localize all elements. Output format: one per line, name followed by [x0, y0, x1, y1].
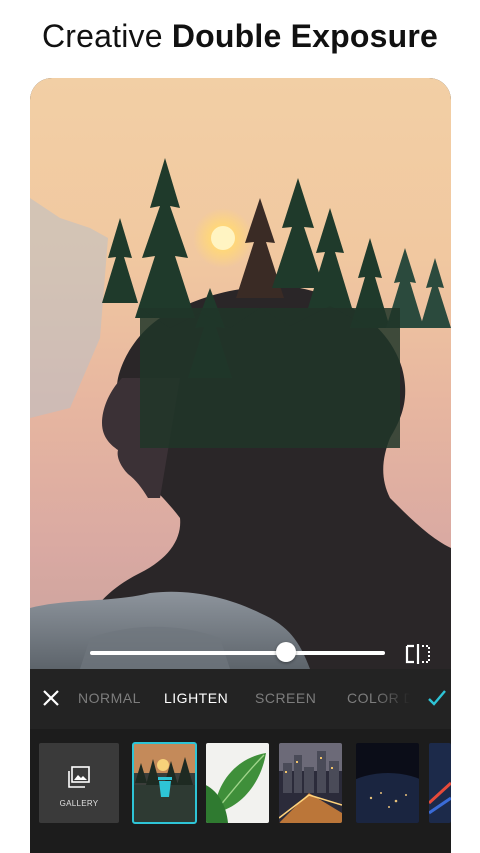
thumbnail-earth-night[interactable]: [356, 743, 419, 823]
headline: Creative Double Exposure: [0, 18, 480, 55]
mode-screen[interactable]: SCREEN: [255, 690, 316, 706]
double-exposure-photo: [30, 78, 451, 669]
toolbar-fade: [376, 669, 416, 729]
gallery-icon: [68, 766, 90, 788]
compare-icon[interactable]: [404, 643, 434, 665]
photo-canvas: [30, 78, 451, 669]
gallery-button[interactable]: GALLERY: [39, 743, 119, 823]
headline-light: Creative: [41, 18, 163, 54]
phone-screen: NORMAL LIGHTEN SCREEN COLOR D GALLERY: [30, 78, 451, 853]
blend-slider-track[interactable]: [90, 651, 385, 655]
thumbnail-green-leaf[interactable]: [206, 743, 269, 823]
overlay-thumbnail-strip: GALLERY: [30, 729, 451, 853]
headline-bold: Double Exposure: [171, 18, 438, 54]
blend-mode-toolbar: NORMAL LIGHTEN SCREEN COLOR D: [30, 669, 451, 729]
thumbnail-forest-sunset[interactable]: [132, 742, 197, 824]
blend-slider-knob[interactable]: [276, 642, 296, 662]
gallery-label: GALLERY: [59, 799, 99, 808]
close-icon[interactable]: [40, 687, 62, 709]
thumbnail-city-night[interactable]: [279, 743, 342, 823]
confirm-check-icon[interactable]: [426, 687, 448, 709]
mode-normal[interactable]: NORMAL: [78, 690, 141, 706]
mode-lighten[interactable]: LIGHTEN: [164, 690, 228, 706]
thumbnail-city-lights[interactable]: [429, 743, 451, 823]
